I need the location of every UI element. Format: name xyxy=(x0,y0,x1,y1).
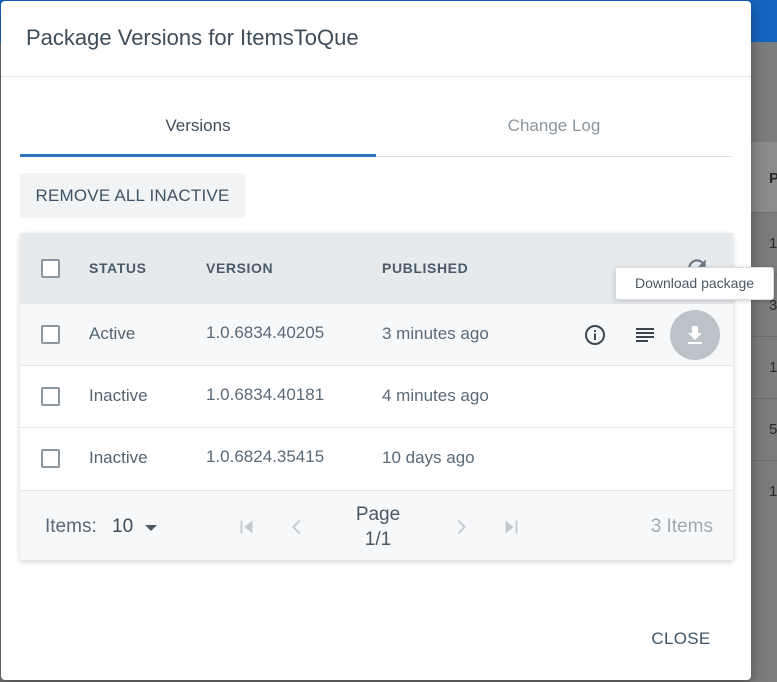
total-items-count: 3 Items xyxy=(650,516,713,537)
last-page-icon[interactable] xyxy=(500,516,522,538)
page-indicator: Page 1/1 xyxy=(338,502,418,552)
first-page-icon[interactable] xyxy=(236,516,258,538)
row-checkbox[interactable] xyxy=(41,325,60,344)
select-all-checkbox[interactable] xyxy=(41,259,60,278)
pager: Items: 10 Page 1/1 3 Items xyxy=(20,490,733,560)
table-row[interactable]: Inactive 1.0.6824.35415 10 days ago xyxy=(20,427,733,489)
download-icon xyxy=(688,326,702,344)
row-checkbox[interactable] xyxy=(41,449,60,468)
published-cell: 10 days ago xyxy=(382,448,475,467)
row-checkbox[interactable] xyxy=(41,387,60,406)
background-cell: 1 xyxy=(750,212,777,274)
version-cell: 1.0.6824.35415 xyxy=(206,447,325,466)
background-cell: 5 xyxy=(750,398,777,460)
version-cell: 1.0.6834.40181 xyxy=(206,385,325,404)
package-versions-dialog: Package Versions for ItemsToQue Versions… xyxy=(1,1,751,680)
status-cell: Active xyxy=(89,324,136,343)
version-cell: 1.0.6834.40205 xyxy=(206,323,325,342)
download-package-tooltip: Download package xyxy=(615,267,774,300)
status-cell: Inactive xyxy=(89,448,148,467)
remove-all-inactive-button[interactable]: REMOVE ALL INACTIVE xyxy=(20,173,245,218)
previous-page-icon[interactable] xyxy=(286,516,308,538)
page-size-select[interactable]: 10 xyxy=(112,516,133,538)
page-value: 1/1 xyxy=(364,529,392,550)
background-column-header: P xyxy=(750,142,777,212)
published-cell: 3 minutes ago xyxy=(382,324,489,343)
column-header-status[interactable]: STATUS xyxy=(89,260,147,276)
items-per-page-label: Items: xyxy=(45,516,97,537)
download-package-button[interactable] xyxy=(670,310,720,360)
tab-change-log[interactable]: Change Log xyxy=(376,97,732,157)
background-cell: 1 xyxy=(750,336,777,398)
chevron-down-icon[interactable] xyxy=(145,525,157,531)
next-page-icon[interactable] xyxy=(450,516,472,538)
close-button[interactable]: CLOSE xyxy=(641,621,721,657)
tab-bar: Versions Change Log xyxy=(20,97,732,157)
dialog-title: Package Versions for ItemsToQue xyxy=(26,25,359,50)
info-icon[interactable] xyxy=(583,323,607,347)
column-header-version[interactable]: VERSION xyxy=(206,260,273,276)
changelog-icon[interactable] xyxy=(633,323,657,347)
tab-versions[interactable]: Versions xyxy=(20,97,376,157)
published-cell: 4 minutes ago xyxy=(382,386,489,405)
page-label: Page xyxy=(355,504,401,525)
table-row[interactable]: Inactive 1.0.6834.40181 4 minutes ago xyxy=(20,365,733,427)
title-divider xyxy=(1,76,751,77)
status-cell: Inactive xyxy=(89,386,148,405)
column-header-published[interactable]: PUBLISHED xyxy=(382,260,468,276)
table-row[interactable]: Active 1.0.6834.40205 3 minutes ago xyxy=(20,303,733,365)
background-cell: 1 xyxy=(750,460,777,522)
